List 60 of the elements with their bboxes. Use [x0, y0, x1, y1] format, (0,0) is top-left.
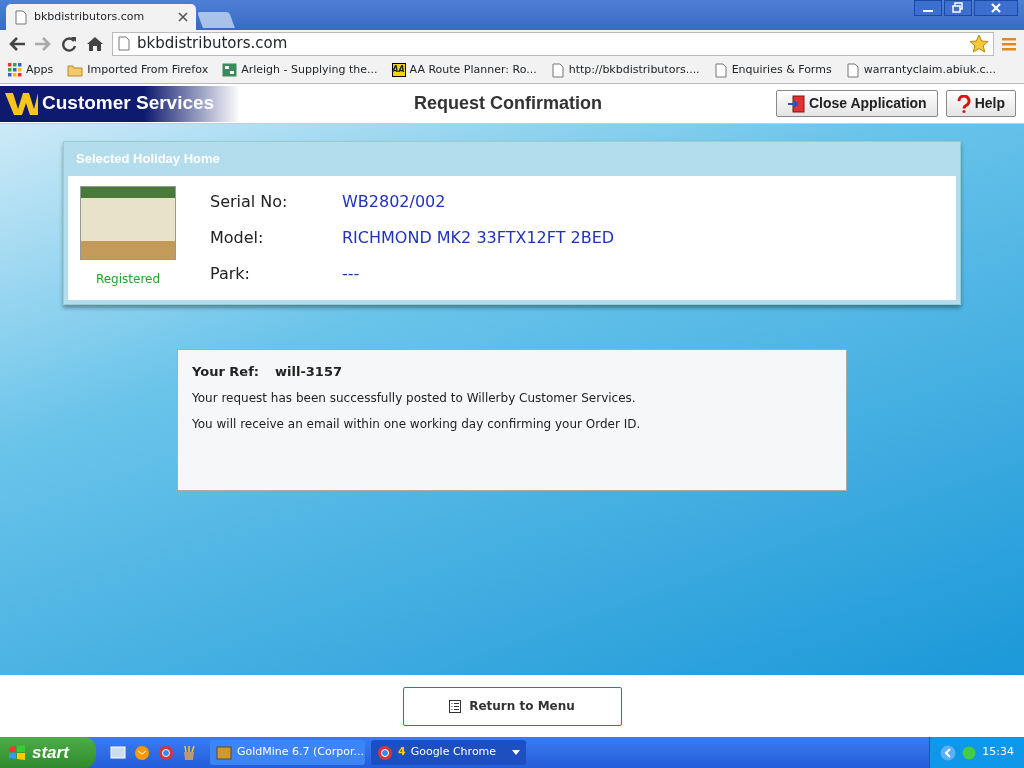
taskbar-button[interactable]: 4 Google Chrome	[371, 740, 526, 765]
close-icon[interactable]	[974, 0, 1018, 16]
field-label: Serial No:	[210, 190, 289, 213]
close-icon[interactable]	[178, 12, 188, 22]
bookmark[interactable]: Enquiries & Forms	[713, 61, 832, 79]
field-label: Model:	[210, 226, 265, 249]
list-icon	[449, 699, 462, 713]
ref-value: will-3157	[275, 362, 342, 381]
address-bar[interactable]: bkbdistributors.com	[112, 31, 994, 56]
browser-tab[interactable]: bkbdistributors.com	[6, 4, 196, 30]
folder-icon	[67, 63, 84, 77]
browser-icon	[377, 744, 393, 761]
desktop-icon[interactable]	[110, 744, 126, 761]
taskbar-button[interactable]: GoldMine 6.7 (Corpor...	[210, 740, 365, 765]
ref-label: Your Ref:	[192, 362, 260, 381]
pencil-cup-icon[interactable]	[182, 744, 196, 761]
status-dot-icon[interactable]	[962, 745, 977, 760]
new-tab-button[interactable]	[197, 12, 235, 28]
bookmark[interactable]: http://bkbdistributors....	[550, 61, 700, 79]
header-button[interactable]: Close Application	[775, 90, 938, 117]
windows-flag-icon	[8, 743, 26, 762]
help-icon	[956, 94, 971, 113]
page-icon	[117, 36, 131, 51]
page-icon	[550, 62, 565, 78]
page-icon	[713, 62, 728, 78]
caret-icon	[512, 750, 520, 755]
message-text: You will receive an email within one working day confirming your Order ID.	[192, 416, 642, 433]
panel-title: Selected Holiday Home	[75, 150, 221, 168]
menu-icon[interactable]	[1002, 36, 1016, 51]
star-icon[interactable]	[969, 34, 989, 53]
exit-door-icon	[786, 94, 805, 113]
task-count: 4	[398, 744, 406, 761]
header-button[interactable]: Help	[945, 90, 1016, 117]
browser-icon[interactable]	[158, 744, 174, 761]
home-icon[interactable]	[86, 35, 104, 52]
status-text: Registered	[94, 270, 162, 288]
page-icon	[845, 62, 860, 78]
grid-icon	[222, 63, 238, 77]
page-title: Request Confirmation	[412, 92, 603, 115]
bookmark[interactable]: Arleigh - Supplying the...	[222, 61, 378, 79]
clock-text: 15:34	[982, 744, 1014, 761]
bookmark[interactable]: warrantyclaim.abiuk.c...	[845, 61, 997, 79]
return-button[interactable]: Return to Menu	[402, 686, 622, 726]
mail-icon[interactable]	[134, 744, 150, 761]
field-value: WB2802/002	[342, 190, 446, 213]
back-icon[interactable]	[8, 35, 26, 52]
application-icon	[216, 744, 232, 761]
restore-icon[interactable]	[944, 0, 972, 16]
bookmark[interactable]: Imported From Firefox	[67, 61, 209, 79]
chevron-icon[interactable]	[940, 744, 957, 761]
reload-icon[interactable]	[60, 34, 78, 53]
bookmark[interactable]: Apps	[8, 61, 54, 79]
field-value: RICHMOND MK2 33FTX12FT 2BED	[342, 226, 615, 249]
field-label: Park:	[210, 262, 251, 285]
start-button[interactable]: start	[0, 737, 96, 768]
message-text: Your request has been successfully posted to Willerby Customer Services.	[192, 390, 637, 407]
page-icon	[14, 9, 28, 25]
apps-grid-icon	[8, 63, 22, 77]
field-value: ---	[342, 262, 360, 285]
minimize-icon[interactable]	[914, 0, 942, 16]
